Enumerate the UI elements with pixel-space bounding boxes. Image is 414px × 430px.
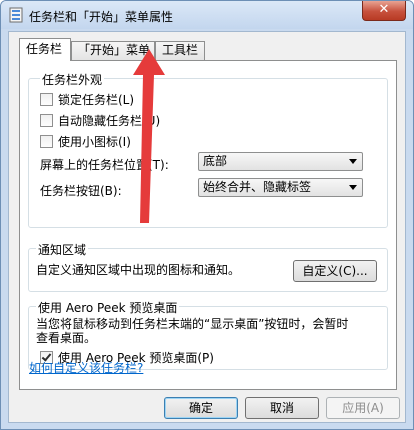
lock-taskbar-checkbox[interactable]: [40, 93, 53, 106]
dialog-client-area: 任务栏 「开始」菜单 工具栏 任务栏外观 锁定任务栏(L) 自动隐藏任务栏(U)…: [8, 31, 406, 423]
taskbar-properties-icon: [9, 7, 23, 23]
chevron-down-icon: [349, 159, 357, 164]
notification-group-title: 通知区域: [36, 241, 89, 258]
autohide-taskbar-label: 自动隐藏任务栏(U): [58, 114, 161, 128]
customize-button[interactable]: 自定义(C)...: [293, 260, 377, 282]
small-icons-checkbox[interactable]: [40, 135, 53, 148]
taskbar-buttons-select[interactable]: 始终合并、隐藏标签: [198, 178, 363, 197]
taskbar-location-label: 屏幕上的任务栏位置(T):: [40, 158, 169, 172]
autohide-taskbar-option[interactable]: 自动隐藏任务栏(U): [40, 112, 160, 129]
lock-taskbar-option[interactable]: 锁定任务栏(L): [40, 91, 134, 108]
help-link[interactable]: 如何自定义该任务栏?: [29, 359, 143, 376]
aero-peek-description-line2: 查看桌面。: [36, 331, 97, 345]
tab-toolbars[interactable]: 工具栏: [155, 41, 205, 60]
aero-peek-group-title: 使用 Aero Peek 预览桌面: [36, 299, 180, 316]
taskbar-location-value: 底部: [203, 154, 228, 168]
taskbar-tab-panel: 任务栏外观 锁定任务栏(L) 自动隐藏任务栏(U) 使用小图标(I) 屏幕上的任…: [19, 60, 397, 390]
appearance-group-title: 任务栏外观: [40, 71, 105, 88]
chevron-down-icon: [349, 185, 357, 190]
small-icons-option[interactable]: 使用小图标(I): [40, 133, 131, 150]
taskbar-buttons-label: 任务栏按钮(B):: [40, 184, 122, 198]
close-button[interactable]: ✕: [362, 1, 406, 21]
cancel-button[interactable]: 取消: [245, 397, 319, 419]
title-bar[interactable]: 任务栏和「开始」菜单属性 ✕: [1, 1, 413, 29]
tab-taskbar[interactable]: 任务栏: [19, 38, 71, 61]
properties-window: 任务栏和「开始」菜单属性 ✕ 任务栏 「开始」菜单 工具栏 任务栏外观 锁定任务…: [0, 0, 414, 430]
close-icon: ✕: [378, 2, 390, 17]
lock-taskbar-label: 锁定任务栏(L): [58, 93, 135, 107]
ok-button[interactable]: 确定: [164, 397, 238, 419]
autohide-taskbar-checkbox[interactable]: [40, 114, 53, 127]
taskbar-location-select[interactable]: 底部: [198, 152, 363, 171]
tab-start-menu[interactable]: 「开始」菜单: [71, 41, 155, 60]
small-icons-label: 使用小图标(I): [58, 135, 131, 149]
window-title: 任务栏和「开始」菜单属性: [29, 10, 174, 24]
taskbar-buttons-value: 始终合并、隐藏标签: [203, 180, 312, 194]
apply-button[interactable]: 应用(A): [326, 397, 400, 419]
notification-description: 自定义通知区域中出现的图标和通知。: [36, 263, 241, 277]
